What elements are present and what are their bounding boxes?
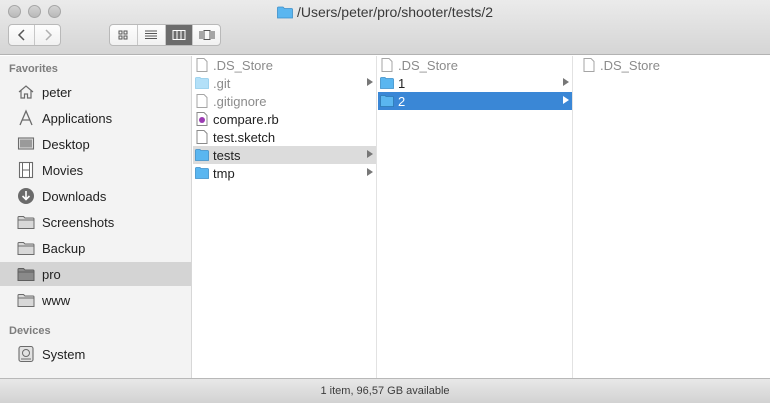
cover-flow-icon — [199, 30, 215, 40]
folder-icon — [380, 76, 394, 90]
sidebar-section-devices: Devices — [9, 325, 51, 337]
chevron-right-icon — [563, 78, 569, 86]
browser-column-1: .DS_Store .git .gitignore compare.rb tes… — [193, 56, 377, 378]
movies-icon — [17, 161, 35, 179]
sidebar-item-label: System — [42, 346, 86, 362]
sidebar-item-system[interactable]: System — [0, 342, 191, 366]
file-icon — [195, 94, 209, 108]
window-title-text: /Users/peter/pro/shooter/tests/2 — [296, 4, 494, 20]
sidebar-item-movies[interactable]: Movies — [0, 158, 191, 182]
sidebar-item-label: Backup — [42, 240, 86, 256]
folder-icon — [17, 265, 35, 283]
folder-icon — [277, 6, 293, 18]
sidebar-item-downloads[interactable]: Downloads — [0, 184, 191, 208]
list-view-button[interactable] — [136, 25, 165, 45]
folder-icon — [195, 76, 209, 90]
folder-icon — [380, 94, 394, 108]
file-row[interactable]: test.sketch — [193, 128, 376, 146]
folder-row[interactable]: .git — [193, 74, 376, 92]
folder-icon — [195, 166, 209, 180]
sidebar-item-label: Screenshots — [42, 214, 115, 230]
file-name: compare.rb — [213, 111, 279, 127]
folder-icon — [17, 291, 35, 309]
finder-window: /Users/peter/pro/shooter/tests/2 Favorit… — [0, 0, 770, 403]
cover-flow-button[interactable] — [192, 25, 220, 45]
sidebar-item-backup[interactable]: Backup — [0, 236, 191, 260]
forward-button[interactable] — [34, 25, 60, 45]
sidebar-item-label: peter — [42, 84, 72, 100]
sidebar: Favorites peter Applications Desktop Mov… — [0, 56, 192, 378]
toolbar: /Users/peter/pro/shooter/tests/2 — [0, 0, 770, 55]
sidebar-section-favorites: Favorites — [9, 63, 58, 75]
folder-icon — [17, 213, 35, 231]
folder-row[interactable]: 1 — [378, 74, 572, 92]
chevron-right-icon — [563, 96, 569, 104]
file-name: .gitignore — [213, 93, 267, 109]
sidebar-item-label: Movies — [42, 162, 84, 178]
file-row[interactable]: .gitignore — [193, 92, 376, 110]
status-text: 1 item, 96,57 GB available — [320, 385, 450, 397]
folder-icon — [195, 148, 209, 162]
list-view-icon — [145, 30, 158, 39]
icon-view-button[interactable] — [110, 25, 137, 45]
back-button[interactable] — [9, 25, 34, 45]
folder-row[interactable]: tmp — [193, 164, 376, 182]
hard-drive-icon — [17, 345, 35, 363]
folder-row-selected[interactable]: tests — [193, 146, 376, 164]
sidebar-item-pro[interactable]: pro — [0, 262, 191, 286]
folder-name: tmp — [213, 165, 235, 181]
file-name: test.sketch — [213, 129, 276, 145]
downloads-icon — [17, 187, 35, 205]
folder-name: tests — [213, 147, 241, 163]
file-icon — [380, 58, 394, 72]
column-view-button[interactable] — [164, 25, 193, 45]
folder-name: 2 — [398, 93, 406, 109]
chevron-right-icon — [367, 150, 373, 158]
navigation-buttons — [8, 24, 61, 46]
sidebar-item-label: Downloads — [42, 188, 107, 204]
sidebar-item-peter[interactable]: peter — [0, 80, 191, 104]
file-row[interactable]: .DS_Store — [574, 56, 770, 74]
file-name: .DS_Store — [398, 57, 458, 73]
file-icon — [582, 58, 596, 72]
sidebar-item-screenshots[interactable]: Screenshots — [0, 210, 191, 234]
sidebar-item-label: www — [42, 292, 71, 308]
desktop-icon — [17, 135, 35, 153]
chevron-right-icon — [44, 29, 52, 41]
chevron-right-icon — [367, 78, 373, 86]
file-icon — [195, 58, 209, 72]
file-row[interactable]: compare.rb — [193, 110, 376, 128]
chevron-left-icon — [17, 29, 25, 41]
chevron-right-icon — [367, 168, 373, 176]
file-row[interactable]: .DS_Store — [378, 56, 572, 74]
column-view-icon — [172, 30, 186, 40]
file-name: .DS_Store — [600, 57, 660, 73]
sidebar-item-label: pro — [42, 266, 61, 282]
sidebar-item-applications[interactable]: Applications — [0, 106, 191, 130]
sidebar-item-desktop[interactable]: Desktop — [0, 132, 191, 156]
sidebar-item-www[interactable]: www — [0, 288, 191, 312]
window-title: /Users/peter/pro/shooter/tests/2 — [0, 3, 770, 21]
status-bar: 1 item, 96,57 GB available — [0, 378, 770, 403]
icon-view-icon — [118, 30, 128, 40]
file-name: .DS_Store — [213, 57, 273, 73]
view-mode-buttons — [109, 24, 221, 46]
sidebar-item-label: Applications — [42, 110, 113, 126]
folder-name: .git — [213, 75, 231, 91]
ruby-file-icon — [195, 112, 209, 126]
home-icon — [17, 83, 35, 101]
folder-row-selected[interactable]: 2 — [378, 92, 572, 110]
browser-column-2: .DS_Store 1 2 — [378, 56, 573, 378]
browser-column-3: .DS_Store — [574, 56, 770, 378]
folder-icon — [17, 239, 35, 257]
folder-name: 1 — [398, 75, 406, 91]
sidebar-item-label: Desktop — [42, 136, 90, 152]
file-row[interactable]: .DS_Store — [193, 56, 376, 74]
applications-icon — [17, 109, 35, 127]
file-icon — [195, 130, 209, 144]
